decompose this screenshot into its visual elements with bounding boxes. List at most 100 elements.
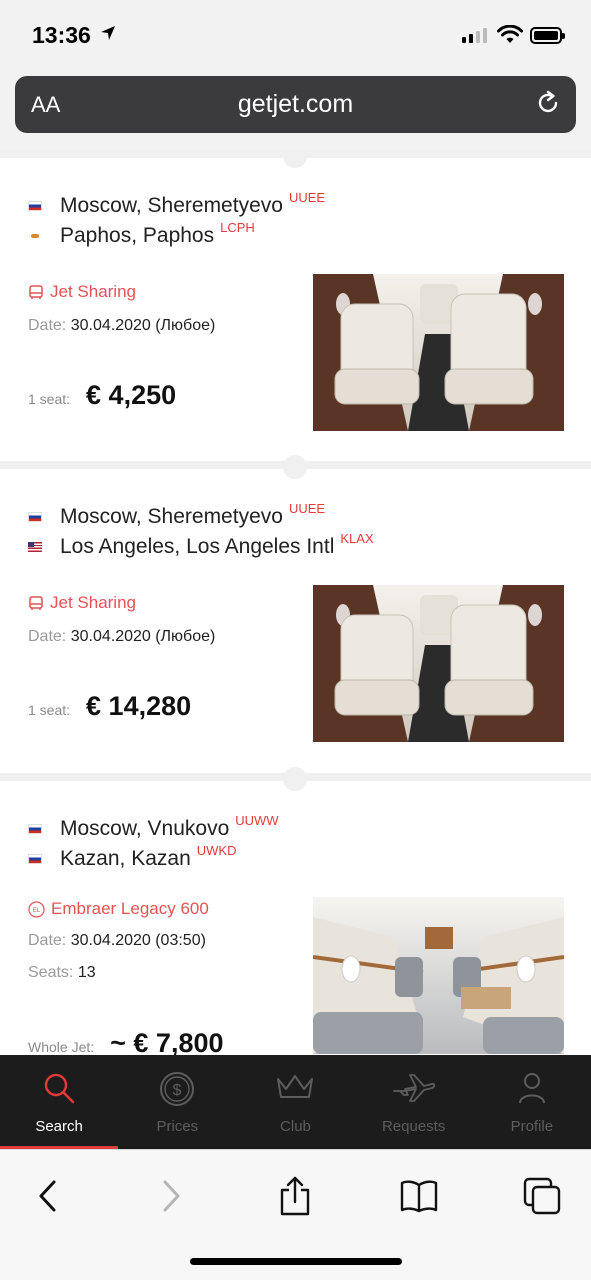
service-tag-label: Jet Sharing <box>50 593 136 612</box>
price-value: € 4,250 <box>86 380 177 410</box>
tab-label: Search <box>35 1118 83 1135</box>
origin-code: UUWW <box>235 812 279 828</box>
price-label: 1 seat: <box>28 702 71 718</box>
flight-list: Moscow, Sheremetyevo UUEE Paphos, Paphos… <box>0 150 591 1055</box>
tab-requests[interactable]: Requests <box>355 1055 473 1149</box>
price-row: 1 seat: € 14,280 <box>28 691 191 722</box>
date-value: 30.04.2020 (03:50) <box>70 932 206 949</box>
tab-label: Profile <box>510 1118 554 1135</box>
route-destination: Paphos, Paphos LCPH <box>28 220 255 248</box>
russia-flag-icon <box>28 201 42 211</box>
tab-search[interactable]: Search <box>0 1055 119 1149</box>
tab-label: Requests <box>381 1118 446 1135</box>
flight-date: Date: 30.04.2020 (Любое) <box>28 317 215 335</box>
aircraft-tag: EL Embraer Legacy 600 <box>28 899 209 919</box>
card-notch <box>283 455 307 479</box>
price-label: Whole Jet: <box>28 1039 95 1055</box>
price-row: 1 seat: € 4,250 <box>28 380 176 411</box>
route-origin: Moscow, Sheremetyevo UUEE <box>28 501 325 529</box>
flight-date: Date: 30.04.2020 (Любое) <box>28 628 215 646</box>
destination-code: KLAX <box>340 530 374 546</box>
destination-code: LCPH <box>220 219 255 235</box>
search-icon <box>44 1073 75 1104</box>
origin-code: UUEE <box>288 189 326 205</box>
browser-toolbar <box>0 1149 591 1280</box>
destination-name: Los Angeles, Los Angeles Intl <box>60 535 335 558</box>
seats-value: 13 <box>77 964 96 981</box>
flight-date: Date: 30.04.2020 (03:50) <box>28 932 206 950</box>
svg-text:EL: EL <box>33 908 41 914</box>
russia-flag-icon <box>28 854 42 864</box>
origin-name: Moscow, Sheremetyevo <box>60 505 283 528</box>
price-label: 1 seat: <box>28 391 71 407</box>
tab-label: Prices <box>156 1118 199 1135</box>
cabin-photo <box>313 585 564 742</box>
seat-icon <box>29 596 43 610</box>
date-label: Date: <box>28 628 67 645</box>
tab-profile[interactable]: Profile <box>473 1055 591 1149</box>
card-notch <box>283 767 307 791</box>
cyprus-flag-icon <box>28 231 42 241</box>
destination-code: UWKD <box>196 842 237 858</box>
airplane-icon <box>392 1074 435 1102</box>
cell-signal-icon <box>462 28 487 43</box>
chevron-left-icon <box>39 1180 56 1212</box>
service-tag-label: Jet Sharing <box>50 282 136 301</box>
origin-name: Moscow, Sheremetyevo <box>60 194 283 217</box>
flight-card[interactable]: Moscow, Vnukovo UUWW Kazan, Kazan UWKD E… <box>0 767 591 1055</box>
url-domain[interactable]: getjet.com <box>15 90 576 119</box>
chevron-right-icon <box>163 1180 180 1212</box>
cabin-photo <box>313 274 564 431</box>
home-indicator <box>190 1258 402 1265</box>
share-icon <box>280 1176 310 1216</box>
russia-flag-icon <box>28 824 42 834</box>
route-origin: Moscow, Vnukovo UUWW <box>28 813 279 841</box>
price-row: Whole Jet: ~ € 7,800 <box>28 1028 224 1055</box>
book-icon <box>400 1180 438 1213</box>
usa-flag-icon <box>28 542 42 552</box>
route-origin: Moscow, Sheremetyevo UUEE <box>28 190 325 218</box>
flight-card[interactable]: Moscow, Sheremetyevo UUEE Paphos, Paphos… <box>0 150 591 461</box>
svg-text:$: $ <box>173 1082 182 1099</box>
date-value: 30.04.2020 (Любое) <box>70 317 216 334</box>
status-bar: 13:36 <box>0 0 591 72</box>
crown-icon <box>277 1075 314 1098</box>
tabs-button[interactable] <box>522 1176 562 1216</box>
date-label: Date: <box>28 317 67 334</box>
tabs-icon <box>523 1177 561 1215</box>
date-label: Date: <box>28 932 67 949</box>
location-arrow-icon <box>101 26 115 40</box>
seat-icon <box>29 285 43 299</box>
route-destination: Los Angeles, Los Angeles Intl KLAX <box>28 531 374 559</box>
tab-prices[interactable]: $ Prices <box>118 1055 236 1149</box>
origin-name: Moscow, Vnukovo <box>60 817 230 840</box>
route-destination: Kazan, Kazan UWKD <box>28 843 236 871</box>
seats-info: Seats: 13 <box>28 964 96 982</box>
bookmarks-button[interactable] <box>399 1176 439 1216</box>
tab-club[interactable]: Club <box>236 1055 354 1149</box>
wifi-icon <box>497 25 523 43</box>
seats-label: Seats: <box>28 964 74 981</box>
app-tab-bar: Search $ Prices Club Requests Profile <box>0 1055 591 1149</box>
flight-card[interactable]: Moscow, Sheremetyevo UUEE Los Angeles, L… <box>0 455 591 773</box>
app-screen: 13:36 AA getjet.com Moscow, Sheremetyevo… <box>0 0 591 1280</box>
forward-button[interactable] <box>151 1176 191 1216</box>
aircraft-name: Embraer Legacy 600 <box>51 899 209 918</box>
cabin-photo <box>313 897 564 1054</box>
origin-code: UUEE <box>288 500 326 516</box>
destination-name: Kazan, Kazan <box>60 847 191 870</box>
card-notch <box>283 150 307 168</box>
service-tag: Jet Sharing <box>28 593 136 613</box>
date-value: 30.04.2020 (Любое) <box>70 628 216 645</box>
service-tag: Jet Sharing <box>28 282 136 302</box>
price-value: € 14,280 <box>86 691 192 721</box>
dollar-coin-icon: $ <box>160 1072 195 1106</box>
russia-flag-icon <box>28 512 42 522</box>
reload-icon[interactable] <box>534 89 562 117</box>
back-button[interactable] <box>28 1176 68 1216</box>
destination-name: Paphos, Paphos <box>60 224 215 247</box>
address-bar[interactable]: AA getjet.com <box>15 76 576 133</box>
share-button[interactable] <box>275 1176 315 1216</box>
person-icon <box>518 1073 545 1104</box>
status-time: 13:36 <box>32 22 91 48</box>
